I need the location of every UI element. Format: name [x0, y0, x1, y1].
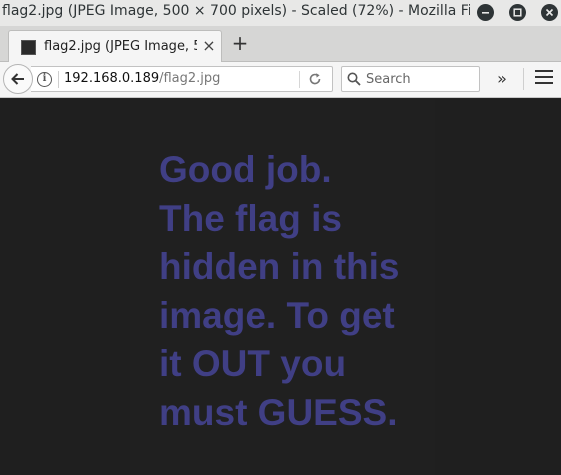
image-text-line: The flag is — [159, 197, 342, 239]
image-text-line: it OUT you — [159, 343, 347, 384]
page-viewport: Good job. The flag is hidden in this ima… — [0, 99, 561, 475]
navigation-toolbar: i 192.168.0.189/flag2.jpg » — [0, 62, 561, 98]
maximize-button[interactable] — [509, 4, 526, 21]
image-text-line: Good job. — [159, 149, 332, 190]
url-divider — [58, 71, 59, 88]
url-path: /flag2.jpg — [159, 71, 221, 86]
close-window-button[interactable] — [541, 4, 558, 21]
info-icon[interactable]: i — [37, 72, 52, 87]
url-host: 192.168.0.189 — [64, 71, 160, 86]
minimize-button[interactable] — [477, 4, 494, 21]
toolbar-divider — [523, 68, 524, 90]
image-text: Good job. The flag is hidden in this ima… — [159, 146, 429, 437]
tab-strip: flag2.jpg (JPEG Image, 500 × 700 pixels)… — [0, 26, 561, 62]
back-arrow-icon — [11, 73, 24, 85]
search-input[interactable] — [366, 69, 474, 89]
window-titlebar: flag2.jpg (JPEG Image, 500 × 700 pixels)… — [0, 0, 561, 26]
url-text[interactable]: 192.168.0.189/flag2.jpg — [64, 71, 220, 86]
new-tab-button[interactable]: + — [230, 32, 250, 54]
reload-button[interactable] — [306, 70, 324, 88]
image-text-line: hidden in this — [159, 246, 400, 287]
url-bar[interactable]: i 192.168.0.189/flag2.jpg — [31, 66, 333, 92]
image-text-line: image. To get — [159, 294, 395, 336]
tab-flag2[interactable]: flag2.jpg (JPEG Image, 500 × 700 pixels)… — [8, 30, 222, 62]
image-text-line: must GUESS. — [159, 391, 398, 433]
minimize-icon — [482, 12, 489, 14]
hamburger-menu-icon[interactable] — [535, 70, 553, 88]
flag-image: Good job. The flag is hidden in this ima… — [130, 99, 435, 475]
search-icon — [347, 72, 361, 86]
url-divider-right — [299, 71, 300, 88]
search-bar[interactable] — [341, 66, 480, 92]
reload-icon — [309, 73, 321, 85]
window-title: flag2.jpg (JPEG Image, 500 × 700 pixels)… — [2, 3, 470, 19]
tab-label: flag2.jpg (JPEG Image, 500 × 700 pixels)… — [44, 39, 197, 54]
tab-close-icon[interactable]: × — [202, 38, 216, 54]
maximize-icon — [513, 8, 522, 17]
overflow-chevron-icon[interactable]: » — [492, 69, 512, 89]
image-favicon-icon — [21, 40, 36, 55]
back-button[interactable] — [3, 64, 33, 94]
close-icon — [545, 8, 554, 17]
